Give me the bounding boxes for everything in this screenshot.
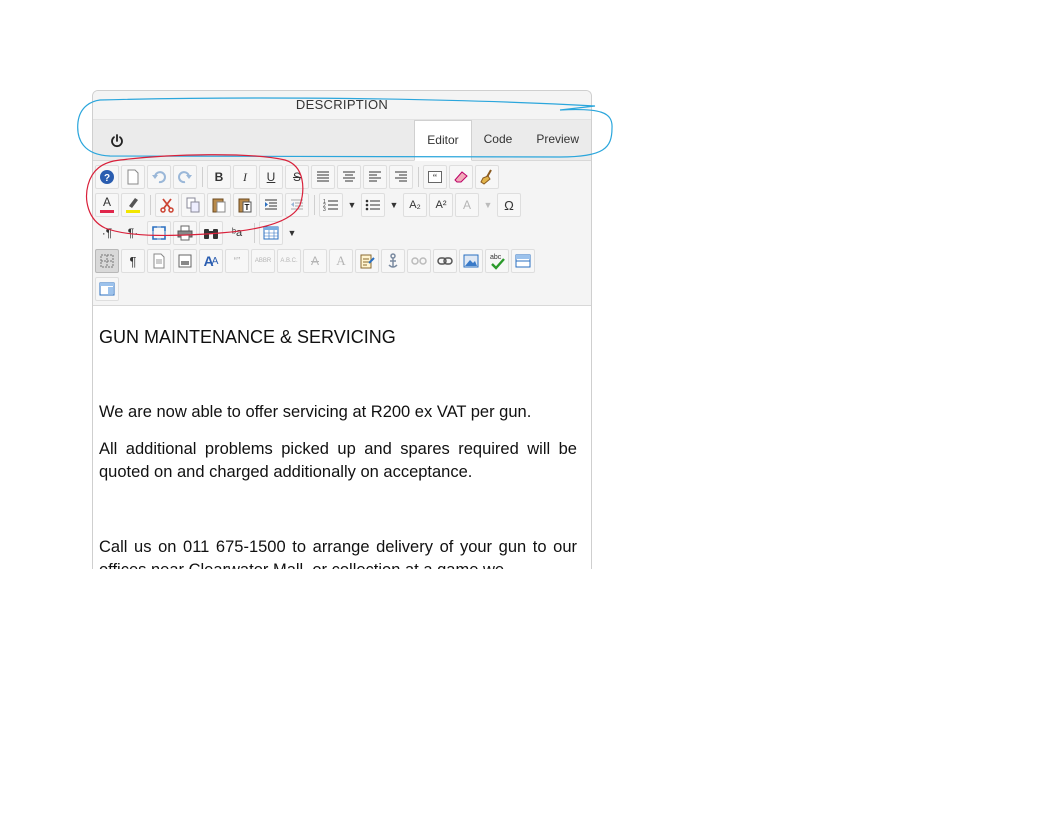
text-size-icon[interactable]: A bbox=[455, 193, 479, 217]
maximize-icon[interactable] bbox=[147, 221, 171, 245]
tab-editor[interactable]: Editor bbox=[414, 120, 472, 161]
paste-text-icon[interactable]: T bbox=[233, 193, 257, 217]
paragraph-mark-icon[interactable]: ¶ bbox=[121, 249, 145, 273]
iframe-icon[interactable] bbox=[173, 249, 197, 273]
content-heading: GUN MAINTENANCE & SERVICING bbox=[99, 327, 396, 347]
numbered-list-dropdown-icon[interactable]: ▼ bbox=[345, 193, 359, 217]
redo-icon[interactable] bbox=[173, 165, 197, 189]
toolbar-row-1: ? B I U S “ bbox=[95, 163, 591, 191]
help-icon[interactable]: ? bbox=[95, 165, 119, 189]
spell-as-you-type-icon[interactable]: AA bbox=[199, 249, 223, 273]
underline-icon[interactable]: U bbox=[259, 165, 283, 189]
subscript-icon[interactable]: A₂ bbox=[403, 193, 427, 217]
toolbar-separator bbox=[150, 195, 151, 215]
quote-marks-icon[interactable]: “” bbox=[225, 249, 249, 273]
bold-icon[interactable]: B bbox=[207, 165, 231, 189]
numbered-list-icon[interactable]: 123 bbox=[319, 193, 343, 217]
replace-icon[interactable]: ᵇa bbox=[225, 221, 249, 245]
editor-toolbar: ? B I U S “ A T 1 2 3 ▼ ▼ A₂ A² A ▼ Ω ·¶… bbox=[93, 161, 591, 306]
clear-formatting-broom-icon[interactable] bbox=[475, 165, 499, 189]
special-character-icon[interactable]: Ω bbox=[497, 193, 521, 217]
svg-text:?: ? bbox=[104, 173, 110, 184]
toolbar-separator bbox=[418, 167, 419, 187]
align-right-icon[interactable] bbox=[389, 165, 413, 189]
toolbar-separator bbox=[254, 223, 255, 243]
show-blocks-icon[interactable] bbox=[95, 249, 119, 273]
svg-text:abc: abc bbox=[490, 254, 502, 261]
description-panel: DESCRIPTION Editor Code Preview ? B I U … bbox=[92, 90, 592, 569]
toolbar-separator bbox=[202, 167, 203, 187]
svg-text:T: T bbox=[245, 203, 250, 212]
remove-format-icon[interactable]: A bbox=[303, 249, 327, 273]
text-direction-ltr-icon[interactable]: ·¶ bbox=[95, 221, 119, 245]
toolbar-row-2: A T 1 2 3 ▼ ▼ A₂ A² A ▼ Ω bbox=[95, 191, 591, 219]
content-paragraph: All additional problems picked up and sp… bbox=[99, 440, 577, 481]
anchor-icon[interactable] bbox=[381, 249, 405, 273]
spell-check-icon[interactable]: abc bbox=[485, 249, 509, 273]
toolbar-row-3: ·¶ ¶· ᵇa ▼ bbox=[95, 219, 591, 247]
toolbar-row-5 bbox=[95, 275, 591, 303]
tab-preview[interactable]: Preview bbox=[524, 120, 591, 160]
acronym-icon[interactable]: A.B.C. bbox=[277, 249, 301, 273]
copy-icon[interactable] bbox=[181, 193, 205, 217]
align-center-icon[interactable] bbox=[337, 165, 361, 189]
mode-bar: Editor Code Preview bbox=[93, 120, 591, 161]
toolbar-separator bbox=[314, 195, 315, 215]
svg-text:3: 3 bbox=[323, 207, 326, 212]
toolbar-row-4: ¶ AA “” ABBR A.B.C. A A abc bbox=[95, 247, 591, 275]
paste-icon[interactable] bbox=[207, 193, 231, 217]
text-size-dropdown-icon[interactable]: ▼ bbox=[481, 193, 495, 217]
image-icon[interactable] bbox=[459, 249, 483, 273]
unlink-icon[interactable] bbox=[407, 249, 431, 273]
highlight-color-icon[interactable] bbox=[121, 193, 145, 217]
italic-icon[interactable]: I bbox=[233, 165, 257, 189]
text-direction-rtl-icon[interactable]: ¶· bbox=[121, 221, 145, 245]
link-icon[interactable] bbox=[433, 249, 457, 273]
print-icon[interactable] bbox=[173, 221, 197, 245]
new-page-icon[interactable] bbox=[121, 165, 145, 189]
panel-title: DESCRIPTION bbox=[93, 91, 591, 120]
bulleted-list-dropdown-icon[interactable]: ▼ bbox=[387, 193, 401, 217]
horizontal-rule-icon[interactable] bbox=[511, 249, 535, 273]
content-paragraph: We are now able to offer servicing at R2… bbox=[99, 403, 532, 421]
content-paragraph: Call us on 011 675-1500 to arrange deliv… bbox=[99, 538, 577, 569]
mode-tabs: Editor Code Preview bbox=[414, 120, 591, 161]
text-style-icon[interactable]: A bbox=[329, 249, 353, 273]
strikethrough-icon[interactable]: S bbox=[285, 165, 309, 189]
edit-clipboard-icon[interactable] bbox=[355, 249, 379, 273]
indent-icon[interactable] bbox=[259, 193, 283, 217]
outdent-icon[interactable] bbox=[285, 193, 309, 217]
tab-code[interactable]: Code bbox=[472, 120, 525, 160]
table-icon[interactable] bbox=[259, 221, 283, 245]
cut-icon[interactable] bbox=[155, 193, 179, 217]
abbreviation-icon[interactable]: ABBR bbox=[251, 249, 275, 273]
superscript-icon[interactable]: A² bbox=[429, 193, 453, 217]
justify-block-icon[interactable] bbox=[311, 165, 335, 189]
find-binoculars-icon[interactable] bbox=[199, 221, 223, 245]
editor-content[interactable]: GUN MAINTENANCE & SERVICING We are now a… bbox=[93, 306, 591, 569]
undo-icon[interactable] bbox=[147, 165, 171, 189]
align-left-icon[interactable] bbox=[363, 165, 387, 189]
power-icon[interactable] bbox=[109, 133, 125, 149]
svg-text:“: “ bbox=[433, 173, 438, 183]
blockquote-icon[interactable]: “ bbox=[423, 165, 447, 189]
eraser-icon[interactable] bbox=[449, 165, 473, 189]
font-color-icon[interactable]: A bbox=[95, 193, 119, 217]
bulleted-list-icon[interactable] bbox=[361, 193, 385, 217]
page-break-icon[interactable] bbox=[95, 277, 119, 301]
templates-icon[interactable] bbox=[147, 249, 171, 273]
table-dropdown-icon[interactable]: ▼ bbox=[285, 221, 299, 245]
